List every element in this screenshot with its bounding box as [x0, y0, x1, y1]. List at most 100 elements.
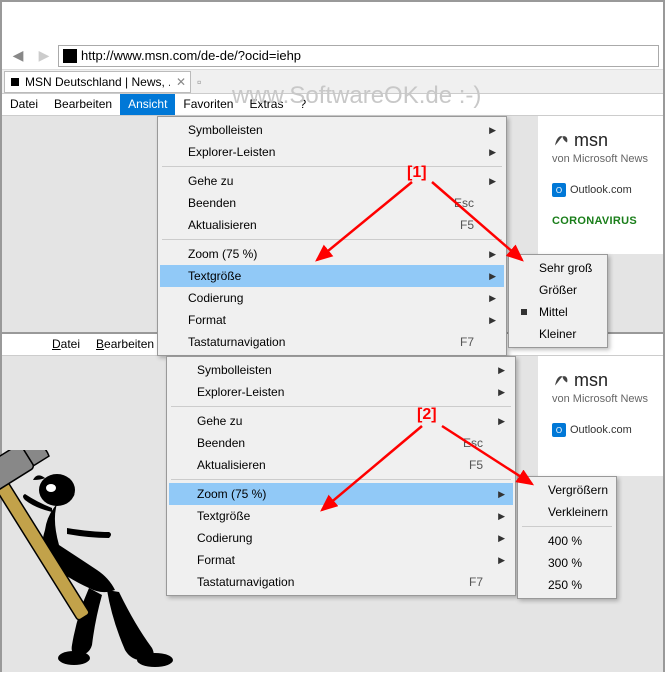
menu-item-label: Codierung — [188, 291, 243, 305]
menu-separator — [162, 166, 502, 167]
menu-item[interactable]: Vergrößern — [520, 479, 614, 501]
new-tab-button[interactable]: ▫ — [191, 75, 207, 89]
menu-item[interactable]: Aktualisieren F5 — [169, 454, 513, 476]
menu-item-label: Verkleinern — [548, 505, 608, 519]
url-field[interactable] — [58, 45, 659, 67]
outlook-icon: O — [552, 183, 566, 197]
menu-item[interactable]: Gehe zu ▶ — [160, 170, 504, 192]
menu-item-label: Vergrößern — [548, 483, 608, 497]
menu-item[interactable]: Beenden Esc — [160, 192, 504, 214]
menu-item-label: Textgröße — [188, 269, 241, 283]
menu-item[interactable]: Explorer-Leisten ▶ — [160, 141, 504, 163]
menu-item-label: Symbolleisten — [197, 363, 272, 377]
menu-item[interactable]: Zoom (75 %) ▶ — [169, 483, 513, 505]
menu-bearbeiten[interactable]: Bearbeiten — [46, 94, 120, 115]
menu-item[interactable]: 400 % — [520, 530, 614, 552]
menu-item[interactable]: Sehr groß — [511, 257, 605, 279]
menu-item[interactable]: TastaturnavigationF7 — [169, 571, 513, 593]
menu-item[interactable]: Kleiner — [511, 323, 605, 345]
menu-item-label: Explorer-Leisten — [197, 385, 284, 399]
menu-shortcut: Esc — [463, 436, 483, 450]
menu-bar: Datei Bearbeiten Ansicht Favoriten Extra… — [2, 94, 663, 116]
menu-item[interactable]: Gehe zu▶ — [169, 410, 513, 432]
menu-item-label: Gehe zu — [188, 174, 233, 188]
back-button[interactable]: ◀ — [6, 45, 30, 67]
menu-help[interactable]: ? — [291, 94, 314, 115]
menu-item[interactable]: Explorer-Leisten▶ — [169, 381, 513, 403]
menu-item[interactable]: Format ▶ — [169, 549, 513, 571]
menu-item[interactable]: Codierung▶ — [160, 287, 504, 309]
forward-button[interactable]: ▶ — [32, 45, 56, 67]
submenu-arrow-icon: ▶ — [489, 315, 496, 326]
address-bar: ◀ ▶ — [2, 42, 663, 70]
menu-item-label: Beenden — [188, 196, 236, 210]
menu-item[interactable]: Größer — [511, 279, 605, 301]
url-input[interactable] — [81, 48, 654, 63]
site-favicon — [63, 49, 77, 63]
menu-item-label: Aktualisieren — [197, 458, 266, 472]
menu-item[interactable]: Codierung▶ — [169, 527, 513, 549]
menu-item[interactable]: 300 % — [520, 552, 614, 574]
menu-item-label: Tastaturnavigation — [188, 335, 285, 349]
submenu-arrow-icon: ▶ — [489, 125, 496, 136]
menu-item[interactable]: Datei — [44, 334, 88, 355]
menu-item-label: Beenden — [197, 436, 245, 450]
menu-shortcut: F5 — [469, 458, 483, 472]
tab-bar: MSN Deutschland | News, ... ✕ ▫ — [2, 70, 663, 94]
menu-shortcut: F7 — [460, 335, 474, 349]
menu-item-label: 250 % — [548, 578, 582, 592]
submenu-arrow-icon: ▶ — [489, 147, 496, 158]
menu-item[interactable]: Symbolleisten▶ — [160, 119, 504, 141]
menu-separator — [171, 406, 511, 407]
outlook-icon: O — [552, 423, 566, 437]
browser-tab[interactable]: MSN Deutschland | News, ... ✕ — [4, 71, 191, 93]
outlook-link-2[interactable]: O Outlook.com — [552, 423, 653, 437]
msn-panel-2: msn von Microsoft News O Outlook.com — [538, 356, 663, 476]
menu-item[interactable]: Mittel — [511, 301, 605, 323]
coronavirus-link[interactable]: CORONAVIRUS — [552, 215, 653, 227]
menu-item[interactable]: Symbolleisten ▶ — [169, 359, 513, 381]
submenu-arrow-icon: ▶ — [489, 176, 496, 187]
submenu-arrow-icon: ▶ — [498, 533, 505, 544]
menu-item-label: Mittel — [539, 305, 568, 319]
menu-shortcut: Esc — [454, 196, 474, 210]
submenu-arrow-icon: ▶ — [498, 555, 505, 566]
menu-item-label: Sehr groß — [539, 261, 592, 275]
menu-item[interactable]: Zoom (75 %)▶ — [160, 243, 504, 265]
outlook-link[interactable]: O Outlook.com — [552, 183, 653, 197]
menu-ansicht[interactable]: Ansicht — [120, 94, 175, 115]
menu-item-label: 400 % — [548, 534, 582, 548]
view-dropdown-2: Symbolleisten▶Explorer-Leisten▶Gehe zu▶B… — [166, 356, 516, 596]
menu-item-label: Zoom (75 %) — [197, 487, 266, 501]
msn-panel: msn von Microsoft News O Outlook.com COR… — [538, 116, 663, 254]
menu-item-label: Format — [197, 553, 235, 567]
submenu-arrow-icon: ▶ — [498, 511, 505, 522]
menu-item-label: Format — [188, 313, 226, 327]
submenu-arrow-icon: ▶ — [498, 489, 505, 500]
selected-bullet-icon — [521, 309, 527, 315]
menu-item[interactable]: AktualisierenF5 — [160, 214, 504, 236]
menu-item[interactable]: Beenden Esc — [169, 432, 513, 454]
menu-favoriten[interactable]: Favoriten — [175, 94, 241, 115]
menu-item-label: Textgröße — [197, 509, 250, 523]
menu-shortcut: F7 — [469, 575, 483, 589]
menu-item[interactable]: Tastaturnavigation F7 — [160, 331, 504, 353]
menu-extras[interactable]: Extras — [241, 94, 291, 115]
menu-item[interactable]: 250 % — [520, 574, 614, 596]
submenu-arrow-icon: ▶ — [489, 249, 496, 260]
menu-item-label: 300 % — [548, 556, 582, 570]
menu-item[interactable]: Bearbeiten — [88, 334, 162, 355]
close-tab-icon[interactable]: ✕ — [176, 75, 186, 89]
menu-separator — [171, 479, 511, 480]
menu-item[interactable]: Verkleinern — [520, 501, 614, 523]
tab-favicon — [9, 76, 21, 88]
msn-brand: msn — [574, 130, 608, 151]
menu-item[interactable]: Textgröße ▶ — [169, 505, 513, 527]
menu-item[interactable]: Textgröße ▶ — [160, 265, 504, 287]
menu-datei[interactable]: Datei — [2, 94, 46, 115]
submenu-arrow-icon: ▶ — [498, 365, 505, 376]
submenu-arrow-icon: ▶ — [489, 271, 496, 282]
view-dropdown: Symbolleisten▶ Explorer-Leisten ▶ Gehe zu ▶ B… — [157, 116, 507, 356]
menu-item[interactable]: Format ▶ — [160, 309, 504, 331]
menu-item-label: Explorer-Leisten — [188, 145, 275, 159]
